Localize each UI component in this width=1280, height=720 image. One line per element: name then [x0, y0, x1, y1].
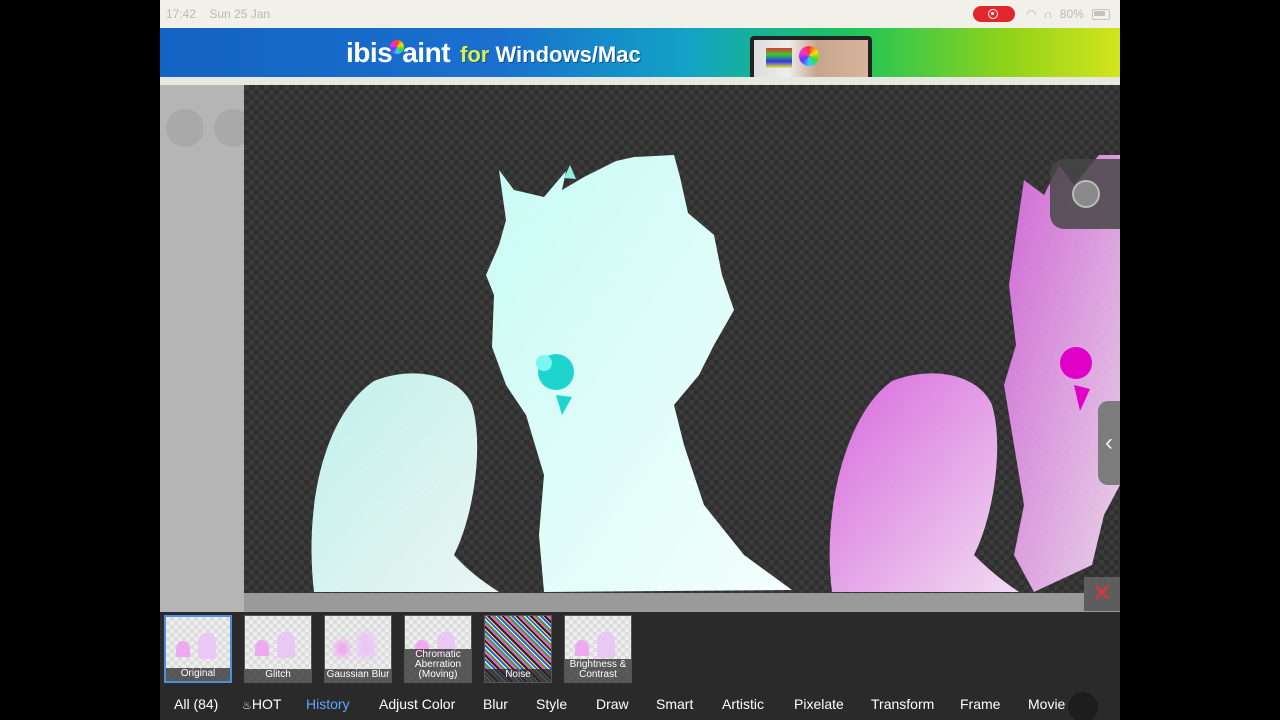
- category-artistic[interactable]: Artistic: [722, 696, 764, 712]
- artwork: [311, 155, 1120, 592]
- headphones-icon: ∩: [1043, 7, 1053, 21]
- category-pixelate[interactable]: Pixelate: [794, 696, 844, 712]
- undo-icon[interactable]: [166, 109, 204, 147]
- side-panel: [160, 85, 252, 612]
- laptop-image: [750, 36, 872, 77]
- scroll-indicator: [1068, 692, 1098, 720]
- filter-category-bar: All (84) ♨HOT History Adjust Color Blur …: [160, 688, 1120, 720]
- category-style[interactable]: Style: [536, 696, 567, 712]
- record-icon[interactable]: [973, 6, 1015, 22]
- filter-brightness-contrast[interactable]: Brightness & Contrast: [564, 615, 632, 683]
- filter-noise[interactable]: Noise: [484, 615, 552, 683]
- drawing-canvas[interactable]: [244, 85, 1120, 593]
- cyan-character: [486, 155, 792, 592]
- category-blur[interactable]: Blur: [483, 696, 508, 712]
- status-bar: 17:42 Sun 25 Jan ◠ ∩ 80%: [160, 0, 1120, 28]
- category-history[interactable]: History: [306, 696, 350, 712]
- pink-tail: [829, 373, 1019, 592]
- app-screen: 17:42 Sun 25 Jan ◠ ∩ 80% ibis aint for Wi…: [160, 0, 1120, 720]
- category-all[interactable]: All (84): [174, 696, 218, 712]
- category-draw[interactable]: Draw: [596, 696, 629, 712]
- filter-thumbnails: Original Glitch Gaussian Blur Chromatic …: [160, 612, 1120, 688]
- clock: 17:42: [166, 7, 197, 21]
- cyan-tail: [311, 373, 499, 592]
- battery-percent: 80%: [1059, 7, 1084, 21]
- layer-panel-button[interactable]: [1050, 159, 1120, 229]
- filter-gaussian-blur[interactable]: Gaussian Blur: [324, 615, 392, 683]
- category-adjust-color[interactable]: Adjust Color: [379, 696, 455, 712]
- banner-divider: [160, 77, 1120, 85]
- battery-icon: [1092, 9, 1110, 20]
- filter-glitch[interactable]: Glitch: [244, 615, 312, 683]
- pink-eye: [1060, 347, 1092, 379]
- category-smart[interactable]: Smart: [656, 696, 693, 712]
- filter-chromatic-aberration[interactable]: Chromatic Aberration (Moving): [404, 615, 472, 683]
- category-transform[interactable]: Transform: [871, 696, 934, 712]
- close-icon[interactable]: ✕: [1084, 577, 1120, 611]
- date: Sun 25 Jan: [209, 7, 271, 21]
- category-frame[interactable]: Frame: [960, 696, 1000, 712]
- category-movie[interactable]: Movie: [1028, 696, 1065, 712]
- ad-banner[interactable]: ibis aint for Windows/Mac: [160, 28, 1120, 77]
- wifi-icon: ◠: [1026, 7, 1037, 21]
- filter-original[interactable]: Original: [164, 615, 232, 683]
- collapse-panel-icon[interactable]: ‹: [1098, 401, 1120, 485]
- flame-icon: ♨: [242, 700, 252, 712]
- banner-tagline: for Windows/Mac: [460, 42, 641, 67]
- ibispaint-logo: ibis aint: [346, 37, 451, 68]
- workspace: ‹ ✕: [160, 85, 1120, 612]
- category-hot[interactable]: ♨HOT: [242, 696, 281, 712]
